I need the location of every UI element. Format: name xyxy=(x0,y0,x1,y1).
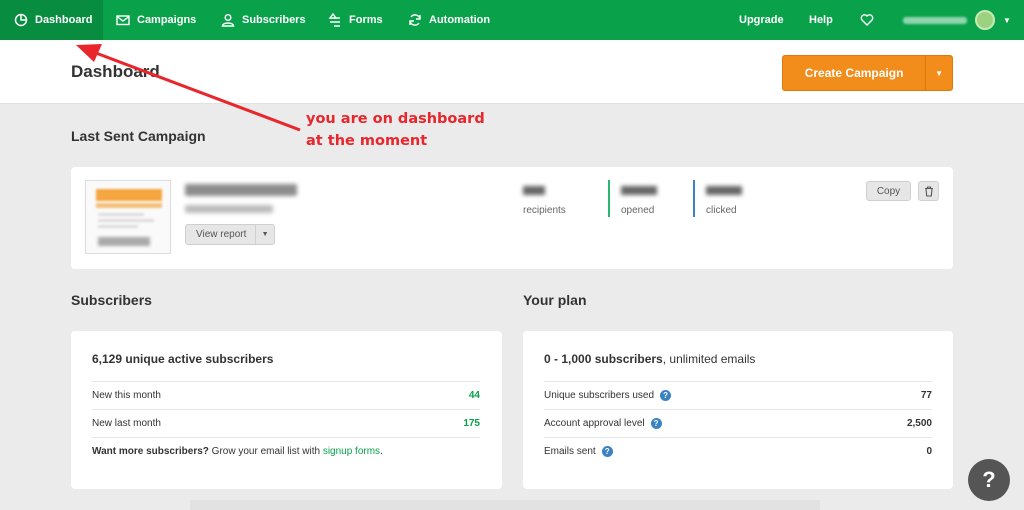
plan-card: 0 - 1,000 subscribers, unlimited emails … xyxy=(523,331,953,489)
create-campaign-dropdown[interactable]: ▼ xyxy=(925,56,952,90)
row-label: Emails sent xyxy=(544,446,596,457)
create-campaign-button[interactable]: Create Campaign ▼ xyxy=(782,55,953,91)
view-report-dropdown[interactable]: ▼ xyxy=(255,225,274,244)
row-label: New last month xyxy=(92,418,161,429)
nav-label: Automation xyxy=(429,14,491,26)
create-campaign-label: Create Campaign xyxy=(804,66,904,80)
last-campaign-card: View report ▼ recipients opened clicked … xyxy=(71,167,953,269)
nav-item-dashboard[interactable]: Dashboard xyxy=(0,0,103,40)
bottom-strip xyxy=(190,500,820,510)
campaign-name-blurred[interactable] xyxy=(185,184,297,196)
cta-bold: Want more subscribers? xyxy=(92,446,209,457)
campaign-thumbnail[interactable] xyxy=(85,180,171,254)
nav-item-campaigns[interactable]: Campaigns xyxy=(116,0,196,40)
last-sent-campaign-title: Last Sent Campaign xyxy=(71,128,206,144)
pie-chart-icon xyxy=(14,13,28,27)
row-value: 175 xyxy=(463,418,480,429)
copy-button[interactable]: Copy xyxy=(866,181,911,201)
favorites-button[interactable] xyxy=(860,0,881,40)
delete-button[interactable] xyxy=(918,181,939,201)
nav-item-automation[interactable]: Automation xyxy=(408,0,490,40)
nav-item-subscribers[interactable]: Subscribers xyxy=(221,0,306,40)
opened-value-blurred xyxy=(621,186,657,195)
question-icon[interactable]: ? xyxy=(601,446,613,457)
row-value: 77 xyxy=(920,390,932,401)
row-value: 2,500 xyxy=(906,418,932,429)
nav-label: Campaigns xyxy=(137,14,197,26)
subscribers-section-title: Subscribers xyxy=(71,292,152,308)
recipients-value-blurred xyxy=(523,186,545,195)
clicked-indicator xyxy=(693,180,695,217)
opened-indicator xyxy=(608,180,610,217)
top-navigation-bar: Dashboard Campaigns Subscribers Forms Au… xyxy=(0,0,1024,40)
row-label: Account approval level xyxy=(544,418,645,429)
nav-item-forms[interactable]: Forms xyxy=(328,0,383,40)
plan-headline-rest: , unlimited emails xyxy=(662,352,756,366)
opened-label: opened xyxy=(621,205,655,216)
trash-icon xyxy=(924,185,933,197)
annotation-text: you are on dashboard at the moment xyxy=(306,108,485,152)
cta-end: . xyxy=(380,446,383,457)
row-label: Unique subscribers used xyxy=(544,390,655,401)
caret-down-icon: ▼ xyxy=(935,68,944,78)
row-value: 44 xyxy=(468,390,480,401)
question-icon[interactable]: ? xyxy=(650,418,662,429)
page-header: Dashboard Create Campaign ▼ xyxy=(0,40,1024,104)
clicked-label: clicked xyxy=(706,205,737,216)
question-icon[interactable]: ? xyxy=(660,390,672,401)
view-report-button[interactable]: View report ▼ xyxy=(185,224,275,245)
cta-text: Grow your email list with xyxy=(208,446,323,457)
subscribers-card: 6,129 unique active subscribers New this… xyxy=(71,331,502,489)
view-report-label: View report xyxy=(196,229,247,240)
upgrade-link[interactable]: Upgrade xyxy=(739,0,784,40)
account-menu[interactable]: ▼ xyxy=(903,0,1011,40)
heart-icon xyxy=(860,14,874,26)
table-row: New last month 175 xyxy=(92,409,480,437)
row-value: 0 xyxy=(926,446,932,457)
envelope-icon xyxy=(116,15,130,26)
page-title: Dashboard xyxy=(71,62,160,81)
annotation-line-1: you are on dashboard xyxy=(306,111,485,127)
table-row: Emails sent? 0 xyxy=(544,437,932,465)
nav-label: Subscribers xyxy=(242,14,306,26)
nav-label: Forms xyxy=(349,14,383,26)
table-row: New this month 44 xyxy=(92,381,480,409)
sync-icon xyxy=(409,14,421,26)
nav-label: Dashboard xyxy=(35,14,93,26)
clicked-value-blurred xyxy=(706,186,742,195)
signup-cta: Want more subscribers? Grow your email l… xyxy=(92,437,480,465)
caret-down-icon: ▼ xyxy=(1003,15,1011,25)
table-row: Account approval level? 2,500 xyxy=(544,409,932,437)
annotation-line-2: at the moment xyxy=(306,133,428,149)
recipients-label: recipients xyxy=(523,205,566,216)
avatar xyxy=(975,10,995,30)
subscribers-headline: 6,129 unique active subscribers xyxy=(92,352,274,366)
your-plan-section-title: Your plan xyxy=(523,292,587,308)
account-name-blurred xyxy=(903,16,967,24)
help-link[interactable]: Help xyxy=(809,0,833,40)
plan-headline: 0 - 1,000 subscribers, unlimited emails xyxy=(544,352,755,366)
forms-icon xyxy=(328,13,340,27)
help-chat-button[interactable]: ? xyxy=(968,459,1010,501)
caret-down-icon: ▼ xyxy=(261,231,269,238)
plan-headline-bold: 0 - 1,000 subscribers xyxy=(544,352,663,366)
user-icon xyxy=(221,14,235,27)
campaign-date-blurred xyxy=(185,205,273,213)
signup-forms-link[interactable]: signup forms xyxy=(323,446,380,457)
table-row: Unique subscribers used? 77 xyxy=(544,381,932,409)
row-label: New this month xyxy=(92,390,161,401)
